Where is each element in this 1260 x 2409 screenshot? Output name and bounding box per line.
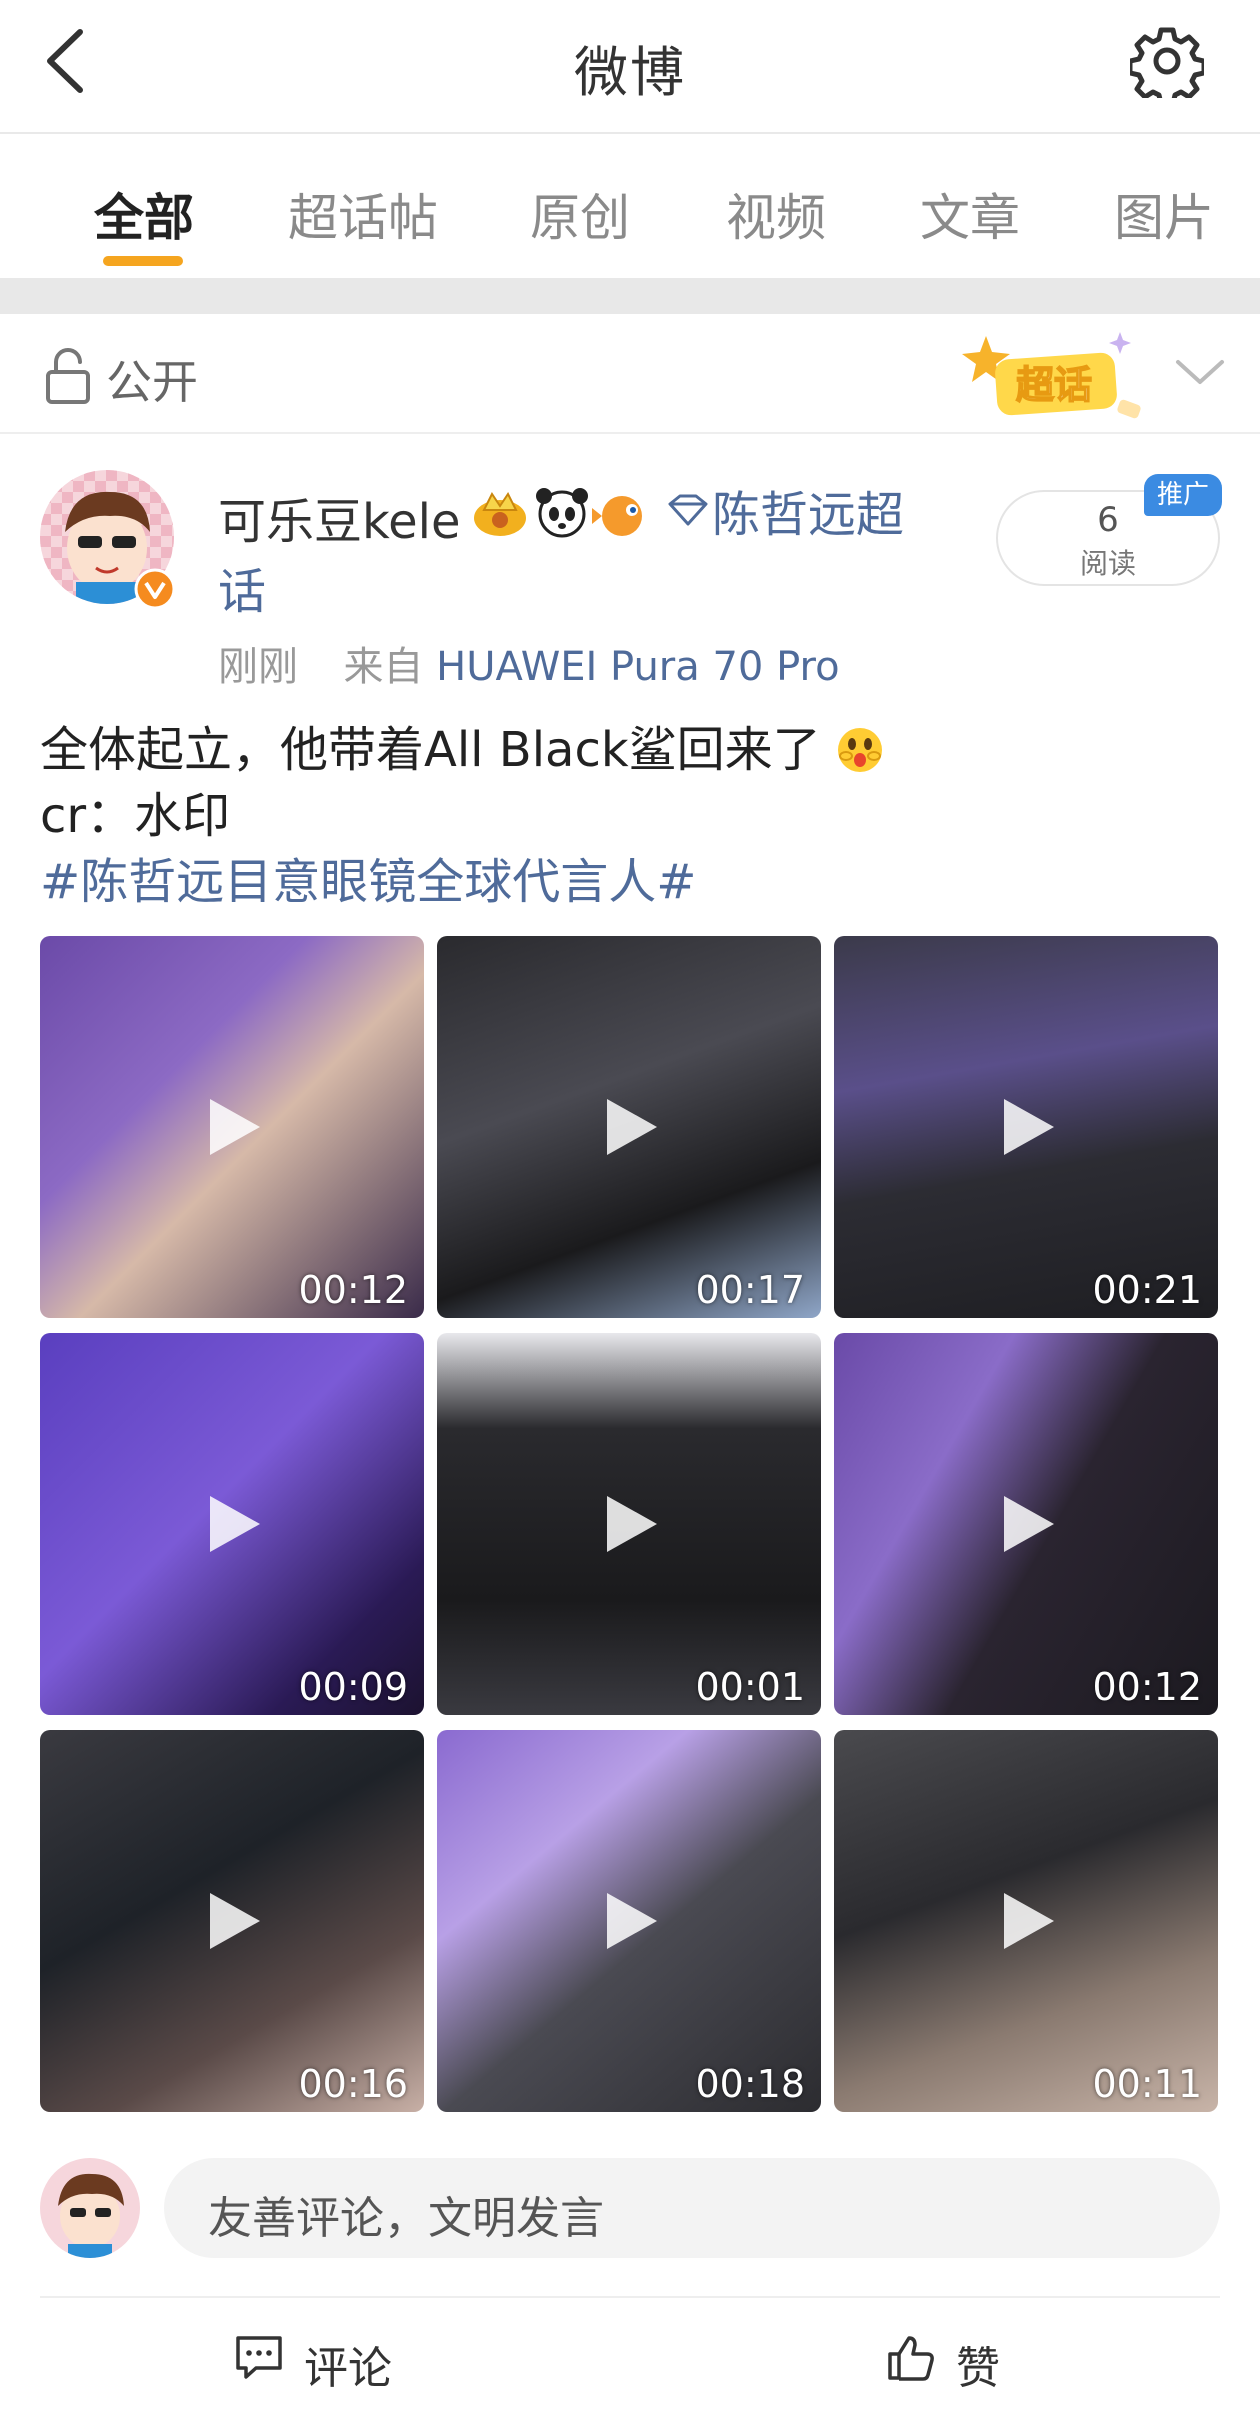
supertopic-badge-text: 超话 bbox=[1016, 363, 1092, 407]
page-title: 微博 bbox=[574, 41, 686, 104]
play-icon bbox=[210, 1496, 260, 1552]
post-time: 刚刚 bbox=[218, 644, 298, 690]
play-icon bbox=[210, 1893, 260, 1949]
video-thumbnail[interactable]: 00:11 bbox=[834, 1730, 1218, 2112]
post-text: 全体起立，他带着All Black鲨回来了 bbox=[40, 722, 821, 778]
video-thumbnail[interactable]: 00:12 bbox=[40, 936, 424, 1318]
promote-tag[interactable]: 推广 bbox=[1144, 474, 1222, 516]
video-duration: 00:09 bbox=[298, 1665, 408, 1709]
top-bar: 微博 bbox=[0, 0, 1260, 134]
divider bbox=[40, 2296, 1220, 2298]
play-icon bbox=[1004, 1496, 1054, 1552]
active-tab-indicator bbox=[103, 256, 183, 266]
video-thumbnail[interactable]: 00:09 bbox=[40, 1333, 424, 1715]
username[interactable]: 可乐豆kele bbox=[218, 482, 461, 552]
comment-button[interactable]: 评论 bbox=[232, 2330, 412, 2394]
play-icon bbox=[210, 1099, 260, 1155]
visibility-row[interactable]: 公开 超话 bbox=[0, 314, 1260, 434]
comment-placeholder: 友善评论，文明发言 bbox=[208, 2193, 604, 2244]
post-hashtag[interactable]: #陈哲远目意眼镜全球代言人# bbox=[40, 842, 696, 912]
thumbs-up-icon bbox=[888, 2336, 934, 2381]
video-duration: 00:01 bbox=[695, 1665, 805, 1709]
panda-icon bbox=[536, 488, 588, 538]
supertopic-link-continued[interactable]: 话 bbox=[218, 552, 266, 622]
my-avatar[interactable] bbox=[40, 2158, 140, 2258]
post-meta: 刚刚 来自 HUAWEI Pura 70 Pro bbox=[218, 634, 840, 692]
supertopic-badge-icon: 超话 bbox=[962, 332, 1141, 419]
pufferfish-icon bbox=[592, 496, 642, 536]
video-thumbnail[interactable]: 00:17 bbox=[437, 936, 821, 1318]
verified-badge-icon bbox=[134, 568, 176, 610]
gear-icon bbox=[1127, 27, 1207, 107]
source-label: 来自 bbox=[343, 644, 424, 690]
chevron-down-icon[interactable] bbox=[1172, 350, 1228, 396]
shocked-face-emoji-icon bbox=[837, 728, 882, 772]
tab-video[interactable]: 视频 bbox=[726, 178, 826, 250]
video-duration: 00:17 bbox=[695, 1268, 805, 1312]
play-icon bbox=[607, 1893, 657, 1949]
video-thumbnail[interactable]: 00:01 bbox=[437, 1333, 821, 1715]
section-divider bbox=[0, 278, 1260, 314]
tab-supertopic-posts[interactable]: 超话帖 bbox=[288, 178, 438, 250]
play-icon bbox=[607, 1496, 657, 1552]
diamond-icon bbox=[668, 494, 708, 526]
tab-all[interactable]: 全部 bbox=[94, 178, 194, 250]
source-device[interactable]: HUAWEI Pura 70 Pro bbox=[436, 644, 839, 690]
video-thumbnail[interactable]: 00:18 bbox=[437, 1730, 821, 2112]
like-label: 赞 bbox=[956, 2343, 1000, 2394]
tab-articles[interactable]: 文章 bbox=[920, 178, 1020, 250]
video-thumbnail[interactable]: 00:12 bbox=[834, 1333, 1218, 1715]
lock-open-icon bbox=[46, 348, 90, 404]
read-label: 阅读 bbox=[1079, 547, 1136, 580]
tab-images[interactable]: 图片 bbox=[1114, 178, 1214, 250]
video-duration: 00:16 bbox=[298, 2062, 408, 2106]
user-badges bbox=[474, 488, 708, 538]
video-duration: 00:12 bbox=[1092, 1665, 1202, 1709]
like-button[interactable]: 赞 bbox=[884, 2330, 1034, 2394]
video-thumbnail[interactable]: 00:16 bbox=[40, 1730, 424, 2112]
crown-badge-icon bbox=[474, 492, 526, 536]
visibility-label: 公开 bbox=[106, 355, 198, 409]
comment-input[interactable]: 友善评论，文明发言 bbox=[164, 2158, 1220, 2258]
post-text-line-1: 全体起立，他带着All Black鲨回来了 bbox=[40, 710, 884, 780]
play-icon bbox=[607, 1099, 657, 1155]
settings-button[interactable] bbox=[1127, 24, 1207, 107]
tab-original[interactable]: 原创 bbox=[530, 178, 630, 250]
post-credit: cr：水印 bbox=[40, 788, 231, 844]
video-duration: 00:11 bbox=[1092, 2062, 1202, 2106]
video-thumbnail[interactable]: 00:21 bbox=[834, 936, 1218, 1318]
video-duration: 00:12 bbox=[298, 1268, 408, 1312]
video-duration: 00:18 bbox=[695, 2062, 805, 2106]
filter-tabs: 全部 超话帖 原创 视频 文章 图片 bbox=[0, 136, 1260, 278]
comment-icon bbox=[236, 2336, 282, 2379]
supertopic-link[interactable]: 陈哲远超 bbox=[712, 482, 932, 548]
play-icon bbox=[1004, 1099, 1054, 1155]
play-icon bbox=[1004, 1893, 1054, 1949]
video-duration: 00:21 bbox=[1092, 1268, 1202, 1312]
comment-label: 评论 bbox=[304, 2343, 392, 2394]
